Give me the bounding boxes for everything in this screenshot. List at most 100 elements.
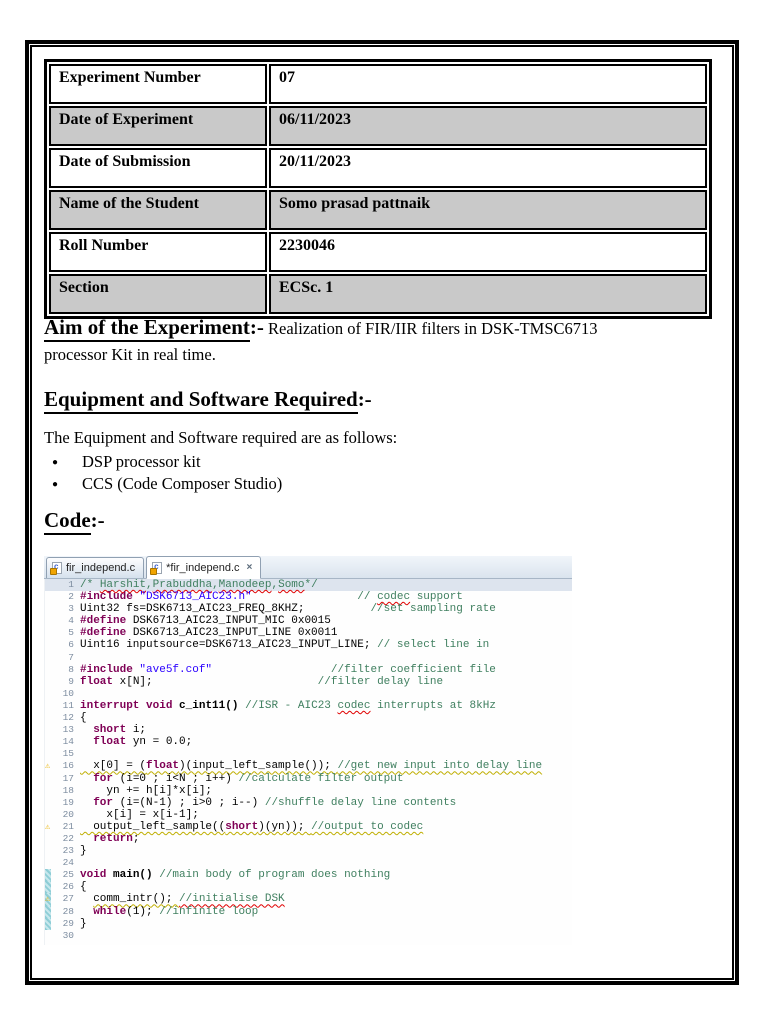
code-section-heading: Code:-: [44, 508, 696, 535]
table-value-cell: 07: [269, 64, 707, 104]
warning-icon: ⚠: [45, 761, 51, 772]
table-value-cell: Somo prasad pattnaik: [269, 190, 707, 230]
code-text: Uint16 inputsource=DSK6713_AIC23_INPUT_L…: [80, 639, 490, 652]
gutter-icon-slot: [45, 579, 56, 591]
gutter-icon-slot: [45, 591, 56, 603]
code-text: return;: [93, 832, 140, 845]
document-page: { "page": {"background": "#ffffff", "bor…: [0, 0, 768, 1024]
code-line: 11 interrupt void c_int11() //ISR - AIC23…: [45, 700, 572, 712]
code-line: 6 Uint16 inputsource=DSK6713_AIC23_INPUT_…: [45, 639, 572, 651]
code-line: 17 for (i=0 ; i<N ; i++) //calculate fil…: [45, 773, 572, 785]
code-editor-screenshot: c fir_independ.c c *fir_independ.c × 1/* Har…: [44, 556, 572, 945]
line-number: 29: [62, 917, 74, 929]
table-row: Section ECSc. 1: [49, 274, 707, 314]
list-item-text: CCS (Code Composer Studio): [82, 474, 283, 493]
line-number: 30: [62, 929, 74, 941]
table-row: Date of Submission 20/11/2023: [49, 148, 707, 188]
table-row: Name of the Student Somo prasad pattnaik: [49, 190, 707, 230]
code-text: }: [80, 845, 87, 858]
code-heading: Code:-: [44, 508, 105, 535]
code-area[interactable]: 1 /* Harshit,Prabuddha,Manodeep,Somo*/ 2 #i…: [44, 579, 572, 945]
line-number: 11: [62, 699, 74, 711]
code-line: ⚠ 16 x[0] = (float)(input_left_sample());…: [45, 760, 572, 772]
equipment-section-heading: Equipment and Software Required:-: [44, 387, 696, 414]
code-line: 30: [45, 930, 572, 942]
page-border-inner: Experiment Number 07 Date of Experiment 06/…: [30, 45, 734, 980]
code-line: 7: [45, 652, 572, 664]
table-value-cell: 20/11/2023: [269, 148, 707, 188]
aim-text-line2: processor Kit in real time.: [44, 345, 216, 364]
code-text: float yn = 0.0;: [93, 736, 193, 749]
line-number: 28: [62, 905, 74, 917]
equipment-heading-text: Equipment and Software Required: [44, 387, 358, 414]
aim-section: Aim of the Experiment:- Realization of F…: [44, 315, 696, 365]
code-line: 28 while(1); //infinite loop: [45, 905, 572, 918]
gutter-icon-slot: [45, 688, 56, 700]
line-number: 17: [62, 772, 74, 784]
file-icon-warning-overlay: [50, 568, 57, 575]
line-number: 22: [62, 832, 74, 844]
line-number: 2: [68, 591, 74, 603]
line-number: 16: [62, 760, 74, 772]
code-line: 14 float yn = 0.0;: [45, 736, 572, 748]
aim-heading-text: Aim of the Experiment: [44, 315, 250, 342]
gutter-icon-slot: [45, 930, 56, 942]
bullet-icon: ●: [52, 456, 59, 468]
close-icon[interactable]: ×: [247, 562, 253, 573]
code-text: float x[N]; //filter delay line: [80, 675, 444, 688]
file-icon-warning-overlay: [150, 567, 158, 575]
line-number: 26: [62, 881, 74, 893]
code-text: {: [80, 712, 87, 725]
editor-tab[interactable]: c *fir_independ.c ×: [146, 556, 262, 579]
table-value-cell: 06/11/2023: [269, 106, 707, 146]
table-label-cell: Date of Submission: [49, 148, 267, 188]
gutter-icon-slot: [45, 724, 56, 736]
gutter-icon-slot: [45, 712, 56, 724]
page-border-outer: Experiment Number 07 Date of Experiment 06/…: [25, 40, 739, 985]
code-line: 19 for (i=(N-1) ; i>0 ; i--) //shuffle d…: [45, 797, 572, 809]
gutter-icon-slot: [45, 627, 56, 639]
aim-heading: Aim of the Experiment:-: [44, 315, 264, 342]
gutter-icon-slot: [45, 797, 56, 809]
code-line: 13 short i;: [45, 724, 572, 736]
gutter-icon-slot: [45, 809, 56, 821]
code-text: #define DSK6713_AIC23_INPUT_MIC 0x0015: [80, 615, 331, 628]
table-label-cell: Section: [49, 274, 267, 314]
line-number: 18: [62, 784, 74, 796]
line-number: 15: [62, 748, 74, 760]
line-number: 14: [62, 736, 74, 748]
code-line: ⚠ 27 comm_intr(); //initialise DSK: [45, 893, 572, 906]
editor-tab[interactable]: c fir_independ.c: [46, 557, 145, 578]
aim-heading-sep: :-: [249, 315, 264, 339]
equipment-intro: The Equipment and Software required are …: [44, 428, 398, 447]
code-text: x[i] = x[i-1];: [80, 808, 199, 821]
info-table-body: Experiment Number 07 Date of Experiment 06/…: [49, 64, 707, 314]
code-text: {: [80, 881, 87, 894]
code-line: 15: [45, 748, 572, 760]
line-number: 4: [68, 615, 74, 627]
line-number: 27: [62, 893, 74, 905]
list-item: ● DSP processor kit: [44, 451, 696, 473]
code-text: #define DSK6713_AIC23_INPUT_LINE 0x0011: [80, 627, 338, 640]
code-line: 9 float x[N]; //filter delay line: [45, 676, 572, 688]
code-text: short i;: [93, 724, 147, 737]
line-number: 10: [62, 687, 74, 699]
warning-icon: ⚠: [45, 821, 51, 832]
line-number: 9: [68, 675, 74, 687]
code-text: #include "ave5f.cof" //filter coefficien…: [80, 663, 496, 676]
table-label-cell: Roll Number: [49, 232, 267, 272]
gutter-icon-slot: [45, 700, 56, 712]
table-label-cell: Date of Experiment: [49, 106, 267, 146]
gutter-icon-slot: [45, 748, 56, 760]
code-text: output_left_sample((short)(yn)); //outpu…: [80, 820, 424, 833]
code-line: 4 #define DSK6713_AIC23_INPUT_MIC 0x0015: [45, 615, 572, 627]
gutter-icon-slot: [45, 736, 56, 748]
experiment-info-table: Experiment Number 07 Date of Experiment 06/…: [44, 59, 712, 319]
code-line: 29}: [45, 917, 572, 930]
gutter-icon-slot: [45, 773, 56, 785]
line-number: 5: [68, 627, 74, 639]
code-text: while(1); //infinite loop: [93, 905, 259, 918]
gutter-icon-slot: [45, 845, 56, 857]
